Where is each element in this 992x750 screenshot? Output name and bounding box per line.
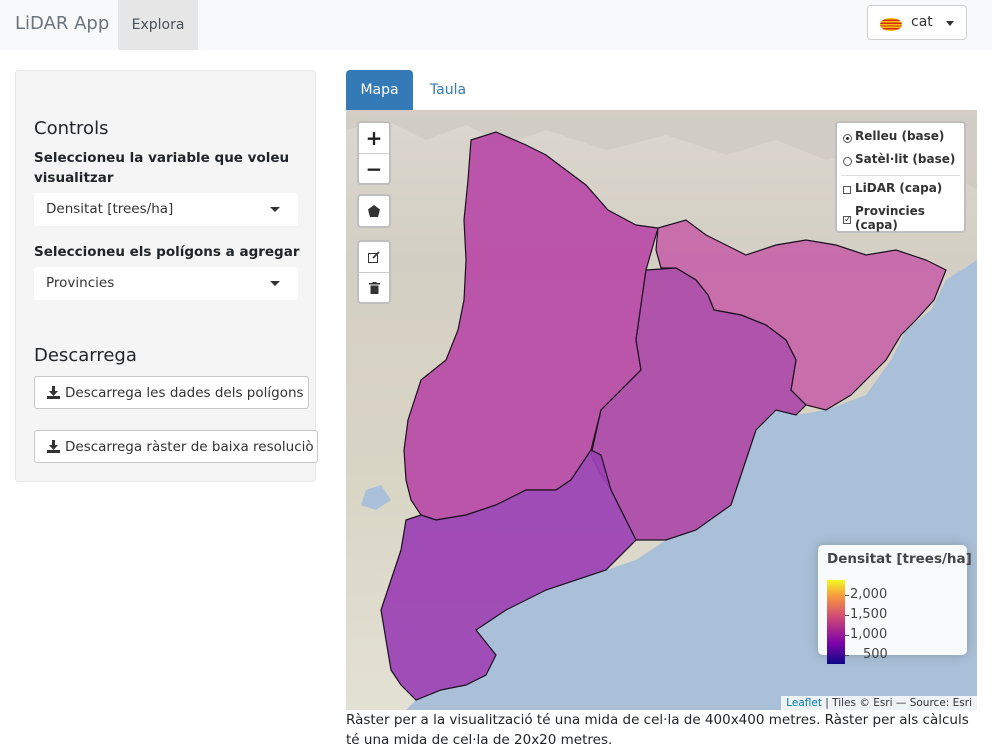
sidebar-panel: Controls Seleccioneu la variable que vol…: [15, 70, 318, 482]
variable-label: Seleccioneu la variable que voleu visual…: [34, 150, 290, 186]
legend-label: 500: [863, 647, 888, 662]
layer-lidar-label: LiDAR (capa): [855, 181, 943, 195]
checkbox-empty-icon: [843, 186, 851, 194]
leaflet-link[interactable]: Leaflet: [786, 697, 822, 709]
edit-layers-button[interactable]: [359, 242, 389, 272]
map-attribution: Leaflet | Tiles © Esri — Source: Esri: [781, 696, 977, 710]
download-raster-label: Descarrega ràster de baixa resoluciò: [65, 438, 314, 455]
map-view[interactable]: + − Relleu (base) Satèl·lit (base) LiDAR…: [346, 110, 977, 710]
app-brand[interactable]: LiDAR App: [15, 13, 109, 34]
download-icon: [47, 386, 60, 399]
attribution-separator: |: [821, 697, 833, 709]
navbar: LiDAR App Explora cat: [0, 0, 992, 50]
radio-empty-icon: [843, 156, 852, 166]
legend-tick: [845, 595, 849, 596]
caret-down-icon: [270, 281, 280, 286]
language-selector[interactable]: cat: [867, 5, 967, 40]
tiles-attribution: Tiles © Esri — Source: Esri: [832, 697, 972, 709]
catalan-flag-icon: [880, 18, 902, 31]
layer-provincies[interactable]: ✓ Provincies (capa): [843, 204, 964, 232]
caret-down-icon: [270, 207, 280, 212]
variable-select[interactable]: Densitat [trees/ha]: [34, 193, 298, 226]
layer-relleu-label: Relleu (base): [855, 129, 945, 143]
download-polygons-label: Descarrega les dades dels polígons: [65, 384, 304, 401]
polygons-select[interactable]: Provincies: [34, 267, 298, 300]
language-label: cat: [911, 14, 933, 30]
tab-taula[interactable]: Taula: [416, 70, 480, 110]
tab-mapa[interactable]: Mapa: [346, 70, 413, 110]
checkbox-checked-icon: ✓: [843, 215, 852, 225]
layer-control: Relleu (base) Satèl·lit (base) LiDAR (ca…: [835, 121, 966, 233]
map-legend: Densitat [trees/ha] 2,000 1,500 1,000 50…: [818, 545, 972, 664]
legend-label: 1,000: [850, 627, 888, 642]
raster-caption: Ràster per a la visualització té una mid…: [346, 712, 969, 748]
legend-title: Densitat [trees/ha]: [827, 551, 972, 567]
variable-select-value: Densitat [trees/ha]: [46, 201, 174, 217]
legend-tick: [845, 635, 849, 636]
legend-label: 1,500: [850, 607, 888, 622]
zoom-in-button[interactable]: +: [359, 123, 389, 153]
layer-provincies-label: Provincies (capa): [855, 204, 925, 232]
radio-selected-icon: [843, 133, 852, 143]
draw-control: [357, 194, 391, 228]
edit-icon: [368, 251, 380, 263]
controls-heading: Controls: [34, 118, 109, 139]
polygons-select-value: Provincies: [46, 275, 115, 291]
layer-satelit[interactable]: Satèl·lit (base): [843, 152, 955, 166]
legend-colorbar: [827, 580, 845, 664]
polygons-label: Seleccioneu els polígons a agregar: [34, 244, 300, 260]
download-icon: [47, 440, 60, 453]
zoom-out-button[interactable]: −: [359, 153, 389, 183]
edit-control: [357, 240, 391, 304]
zoom-control: + −: [357, 121, 391, 185]
layers-divider: [841, 175, 960, 176]
download-heading: Descarrega: [34, 345, 137, 366]
legend-tick: [845, 615, 849, 616]
legend-tick: [845, 655, 849, 656]
nav-tab-explora[interactable]: Explora: [118, 0, 198, 50]
download-raster-button[interactable]: Descarrega ràster de baixa resoluciò: [34, 430, 318, 463]
trash-icon: [368, 281, 380, 294]
polygon-icon: [368, 205, 380, 217]
layer-lidar[interactable]: LiDAR (capa): [843, 181, 942, 195]
draw-polygon-button[interactable]: [359, 196, 389, 226]
layer-relleu[interactable]: Relleu (base): [843, 129, 944, 143]
download-polygons-button[interactable]: Descarrega les dades dels polígons: [34, 376, 309, 409]
caret-down-icon: [946, 21, 954, 26]
layer-satelit-label: Satèl·lit (base): [855, 152, 956, 166]
legend-label: 2,000: [850, 587, 888, 602]
delete-layers-button[interactable]: [359, 272, 389, 302]
